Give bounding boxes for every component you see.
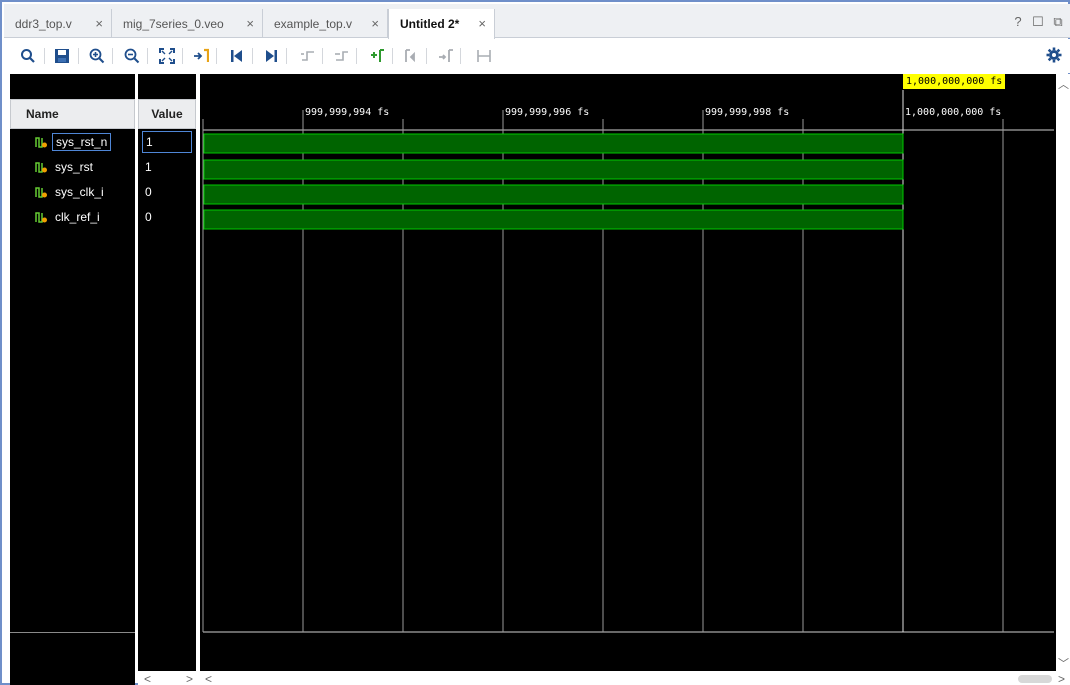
tick-label: 1,000,000,000 fs — [905, 107, 1001, 118]
signal-row-sys-clk-i[interactable]: sys_clk_i — [10, 181, 135, 203]
signal-name: sys_rst_n — [52, 133, 112, 151]
signal-name: clk_ref_i — [55, 210, 100, 224]
waveform-window: ddr3_top.v × mig_7series_0.veo × example… — [0, 0, 1070, 685]
signal-row-clk-ref-i[interactable]: clk_ref_i — [10, 206, 135, 228]
close-icon[interactable]: × — [478, 16, 486, 31]
signal-bit-icon — [35, 212, 47, 223]
search-icon[interactable] — [18, 46, 38, 66]
signal-bit-icon — [35, 162, 47, 173]
signal-value-pane: Value 1 1 0 0 — [138, 74, 196, 685]
waveform-sys-rst-n[interactable] — [203, 133, 904, 154]
waveform-canvas[interactable]: 999,999,994 fs 999,999,996 fs 999,999,99… — [200, 74, 1056, 671]
scroll-up-icon[interactable]: ︿ — [1058, 76, 1069, 92]
waveform-clk-ref-i[interactable] — [203, 209, 904, 230]
signal-row-sys-rst-n[interactable]: sys_rst_n — [10, 131, 135, 153]
waveform-sys-clk-i[interactable] — [203, 184, 904, 205]
tab-label: ddr3_top.v — [15, 16, 72, 31]
swap-cursors-icon[interactable] — [474, 46, 494, 66]
tab-label: mig_7series_0.veo — [123, 16, 224, 31]
horizontal-scrollbar[interactable]: < > < > — [138, 671, 1070, 685]
toolbar — [4, 39, 1070, 73]
cursor-time-label: 1,000,000,000 fs — [903, 74, 1006, 89]
tab-bar: ddr3_top.v × mig_7series_0.veo × example… — [4, 4, 1070, 39]
go-to-cursor-icon[interactable] — [191, 46, 211, 66]
undock-icon[interactable]: ⧉ — [1052, 14, 1064, 30]
zoom-out-icon[interactable] — [122, 46, 142, 66]
tab-untitled-2[interactable]: Untitled 2* × — [388, 9, 495, 39]
signal-name: sys_clk_i — [55, 185, 104, 199]
scroll-right-icon[interactable]: > — [186, 672, 193, 685]
scroll-thumb[interactable] — [1018, 675, 1052, 683]
close-icon[interactable]: × — [95, 16, 103, 31]
wave-scroll-left-icon[interactable]: < — [205, 672, 212, 685]
help-icon[interactable]: ? — [1012, 14, 1024, 30]
signal-value: 1 — [145, 160, 152, 174]
add-marker-icon[interactable] — [367, 46, 387, 66]
waveform-pane[interactable]: 999,999,994 fs 999,999,996 fs 999,999,99… — [200, 74, 1056, 671]
tab-example-top[interactable]: example_top.v × — [263, 9, 388, 38]
pane-divider — [10, 632, 135, 633]
signal-row-sys-rst[interactable]: sys_rst — [10, 156, 135, 178]
tick-label: 999,999,994 fs — [305, 107, 389, 118]
tab-label: Untitled 2* — [400, 17, 460, 31]
scroll-down-icon[interactable]: ﹀ — [1058, 655, 1069, 671]
close-icon[interactable]: × — [371, 16, 379, 31]
settings-icon[interactable] — [1046, 47, 1062, 66]
signal-bit-icon — [35, 187, 47, 198]
value-column-header[interactable]: Value — [138, 99, 196, 129]
waveforms — [203, 133, 904, 230]
waveform-sys-rst[interactable] — [203, 159, 904, 180]
tick-label: 999,999,996 fs — [505, 107, 589, 118]
signal-name-pane: Name sys_rst_n sys_rst sys_clk_i clk_ref… — [10, 74, 135, 685]
save-icon[interactable] — [52, 46, 72, 66]
tab-ddr3-top[interactable]: ddr3_top.v × — [4, 9, 112, 38]
maximize-icon[interactable]: ☐ — [1032, 14, 1044, 30]
zoom-fit-icon[interactable] — [157, 46, 177, 66]
name-column-header[interactable]: Name — [10, 99, 135, 129]
vertical-scrollbar[interactable]: ︿ ﹀ — [1056, 74, 1070, 671]
tick-label: 999,999,998 fs — [705, 107, 789, 118]
signal-name: sys_rst — [55, 160, 94, 174]
next-transition-icon[interactable] — [332, 46, 352, 66]
signal-bit-icon — [35, 137, 47, 148]
previous-transition-icon[interactable] — [298, 46, 318, 66]
wave-scroll-right-icon[interactable]: > — [1058, 672, 1065, 685]
signal-value: 0 — [145, 210, 152, 224]
tab-label: example_top.v — [274, 16, 353, 31]
go-to-end-icon[interactable] — [261, 46, 281, 66]
go-to-start-icon[interactable] — [227, 46, 247, 66]
window-controls: ? ☐ ⧉ — [1012, 14, 1064, 30]
zoom-in-icon[interactable] — [87, 46, 107, 66]
tab-mig-7series[interactable]: mig_7series_0.veo × — [112, 9, 263, 38]
previous-marker-icon[interactable] — [402, 46, 422, 66]
signal-value: 0 — [145, 185, 152, 199]
scroll-left-icon[interactable]: < — [144, 672, 151, 685]
close-icon[interactable]: × — [246, 16, 254, 31]
next-marker-icon[interactable] — [436, 46, 456, 66]
signal-value: 1 — [142, 131, 192, 153]
